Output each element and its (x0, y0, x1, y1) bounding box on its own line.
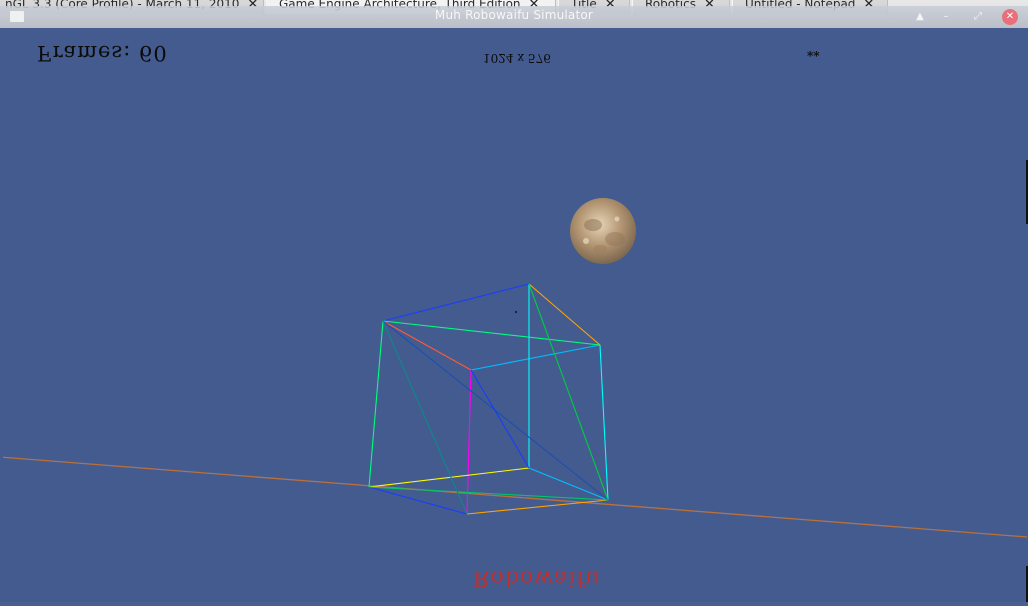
browser-chrome: nGL 3.3 (Core Profile) - March 11, 2010✕… (0, 0, 1028, 28)
wireframe-cube (368, 283, 609, 515)
minimize-icon[interactable]: – (938, 9, 954, 25)
keep-above-icon[interactable]: ▲ (912, 9, 928, 25)
ground-line (3, 456, 1027, 538)
bottom-label: Robowaifu (473, 565, 601, 590)
moon (570, 198, 636, 264)
window-titlebar[interactable]: Muh Robowaifu Simulator ▲ – ⤢ ✕ (0, 6, 1028, 28)
resolution-readout: 1024 x 576 (483, 51, 551, 65)
maximize-icon[interactable]: ⤢ (970, 9, 986, 25)
frame-counter: Frames: 60 (37, 41, 168, 65)
close-window-icon[interactable]: ✕ (1002, 9, 1018, 25)
scene-canvas (3, 198, 1027, 538)
hud-marker: ** (807, 49, 820, 63)
window-title: Muh Robowaifu Simulator (434, 8, 594, 22)
render-viewport[interactable]: Frames: 60 1024 x 576 ** Robowaifu (3, 29, 1027, 605)
bottom-strip (0, 602, 1028, 606)
